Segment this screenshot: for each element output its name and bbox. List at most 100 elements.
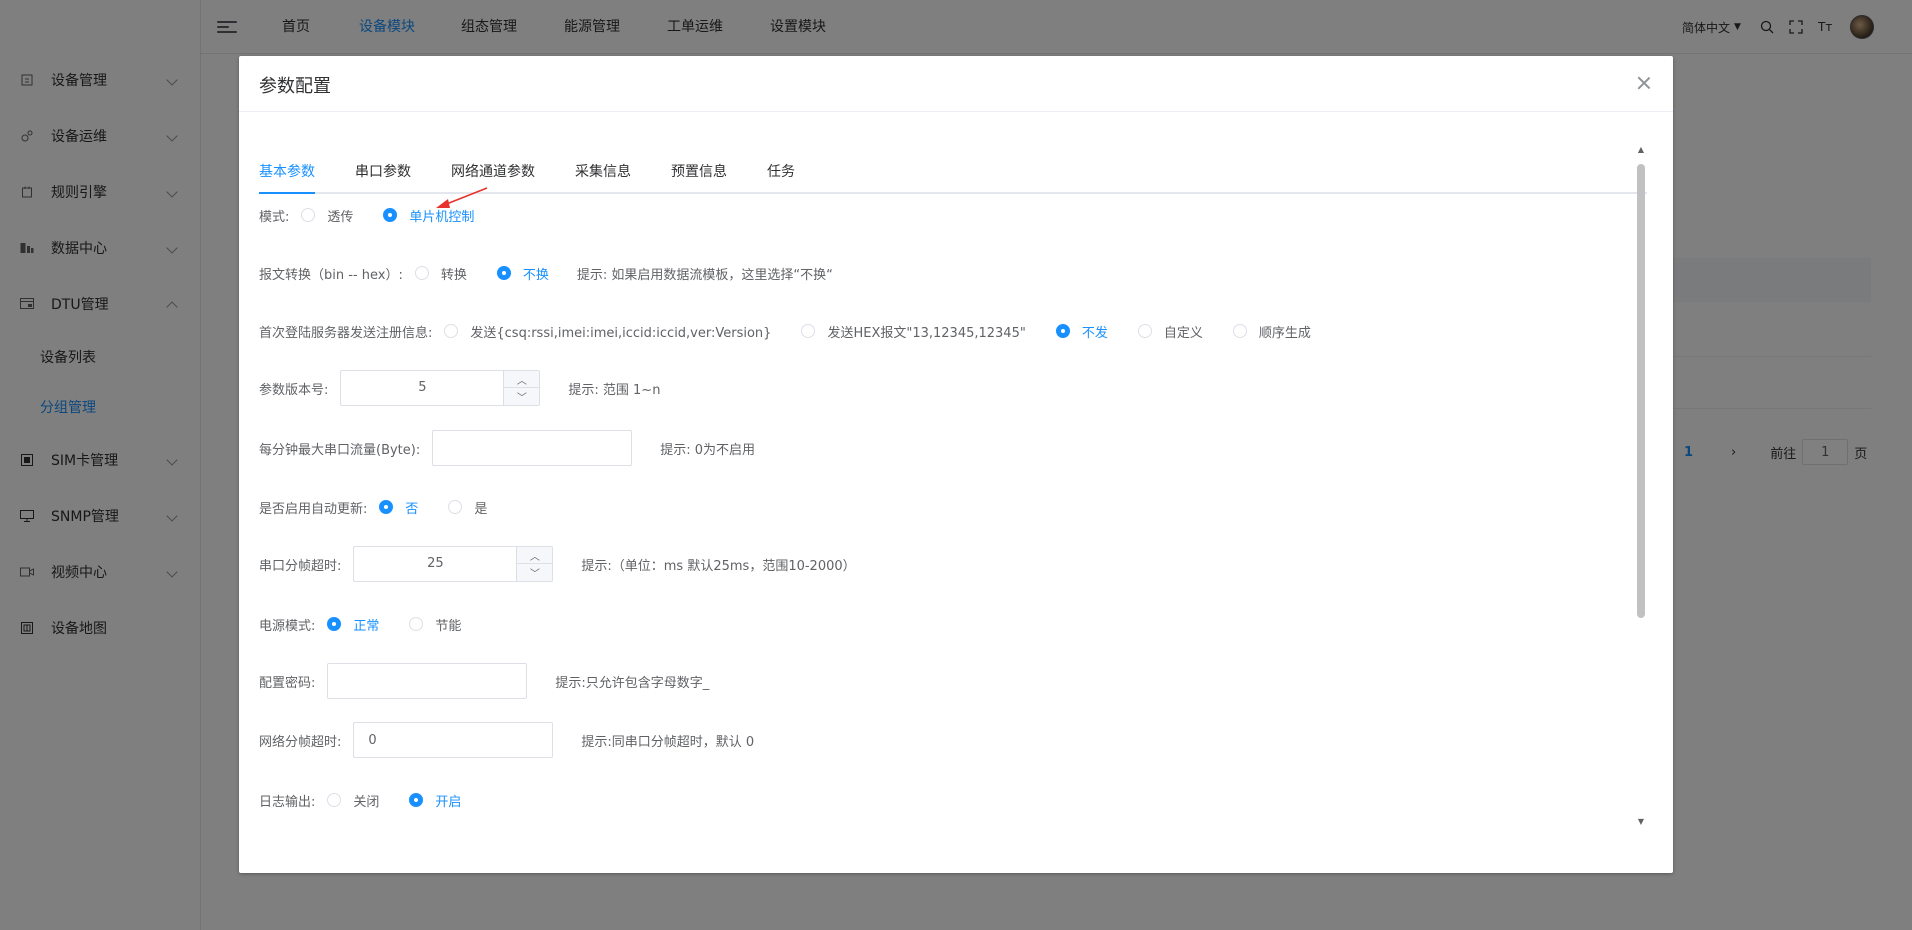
radio-label: 开启 xyxy=(435,794,462,810)
radio-circle xyxy=(1055,324,1070,338)
tab-basic-params[interactable]: 基本参数 xyxy=(259,152,315,192)
radio-not-send[interactable]: 不发 xyxy=(1055,322,1108,341)
serial-frame-timeout-label: 串口分帧超时: xyxy=(259,558,342,574)
radio-sequential[interactable]: 顺序生成 xyxy=(1232,322,1311,341)
dialog-scrollbar[interactable]: ▲ ▼ xyxy=(1637,146,1645,826)
tab-serial-params[interactable]: 串口参数 xyxy=(355,152,411,192)
radio-circle xyxy=(1137,324,1152,338)
radio-circle xyxy=(327,793,342,807)
msg-convert-row: 报文转换（bin -- hex）: 转换 不换 提示: 如果启用数据流模板，这里… xyxy=(259,255,833,291)
radio-log-off[interactable]: 关闭 xyxy=(327,791,379,810)
param-version-hint: 提示: 范围 1~n xyxy=(568,382,661,398)
scroll-down-icon[interactable]: ▼ xyxy=(1637,818,1645,826)
annotation-arrow-icon xyxy=(436,187,488,208)
pager-goto-input[interactable]: 1 xyxy=(1802,439,1849,465)
pager-suffix: 页 xyxy=(1854,446,1868,462)
radio-circle xyxy=(448,500,463,514)
power-mode-row: 电源模式: 正常 节能 xyxy=(259,606,461,642)
param-config-dialog: 参数配置 基本参数 串口参数 网络通道参数 采集信息 预置信息 任务 模式: 透… xyxy=(239,56,1673,873)
radio-label: 关闭 xyxy=(353,794,380,810)
pager-goto-label: 前往 xyxy=(1770,446,1797,462)
radio-custom[interactable]: 自定义 xyxy=(1137,322,1203,341)
param-version-stepper[interactable]: 5 ︿ ﹀ xyxy=(340,370,541,406)
radio-circle xyxy=(444,324,459,338)
tab-collection-info[interactable]: 采集信息 xyxy=(575,152,631,192)
pager-current-page[interactable]: 1 xyxy=(1684,445,1693,460)
radio-power-normal[interactable]: 正常 xyxy=(327,615,379,634)
input-value: 0 xyxy=(368,732,377,748)
serial-frame-timeout-stepper[interactable]: 25 ︿ ﹀ xyxy=(353,546,554,582)
close-icon[interactable] xyxy=(1637,76,1651,90)
radio-power-saving[interactable]: 节能 xyxy=(409,615,461,634)
dialog-title: 参数配置 xyxy=(259,76,331,97)
scroll-up-icon[interactable]: ▲ xyxy=(1637,146,1645,154)
max-serial-flow-hint: 提示: 0为不启用 xyxy=(660,442,756,458)
radio-circle xyxy=(1232,324,1247,338)
radio-label: 发送HEX报文"13,12345,12345" xyxy=(827,325,1026,341)
radio-circle xyxy=(409,793,424,807)
max-serial-flow-row: 每分钟最大串口流量(Byte): 提示: 0为不启用 xyxy=(259,430,755,466)
param-version-row: 参数版本号: 5 ︿ ﹀ 提示: 范围 1~n xyxy=(259,370,660,406)
net-frame-timeout-hint: 提示:同串口分帧超时，默认 0 xyxy=(581,734,755,750)
radio-log-on[interactable]: 开启 xyxy=(409,791,461,810)
radio-circle xyxy=(496,266,511,280)
radio-label: 是 xyxy=(474,501,488,517)
tab-tasks[interactable]: 任务 xyxy=(767,152,795,192)
radio-label: 自定义 xyxy=(1163,325,1203,341)
radio-circle xyxy=(301,208,316,222)
first-login-row: 首次登陆服务器发送注册信息: 发送{csq:rssi,imei:imei,icc… xyxy=(259,313,1311,349)
serial-frame-timeout-hint: 提示:（单位：ms 默认25ms，范围10-2000） xyxy=(581,558,856,574)
tab-active-indicator xyxy=(259,192,315,194)
radio-no-convert[interactable]: 不换 xyxy=(496,264,549,283)
scrollbar-thumb[interactable] xyxy=(1637,164,1645,618)
auto-update-row: 是否启用自动更新: 否 是 xyxy=(259,489,487,525)
stepper-value: 5 xyxy=(418,380,427,395)
radio-label: 正常 xyxy=(353,618,380,634)
param-version-label: 参数版本号: xyxy=(259,382,329,398)
dialog-header: 参数配置 xyxy=(239,56,1673,112)
chevron-up-icon[interactable]: ︿ xyxy=(503,371,540,388)
radio-convert[interactable]: 转换 xyxy=(414,264,467,283)
chevron-down-icon[interactable]: ﹀ xyxy=(503,388,540,405)
radio-label: 顺序生成 xyxy=(1258,325,1311,341)
net-frame-timeout-row: 网络分帧超时: 0 提示:同串口分帧超时，默认 0 xyxy=(259,722,754,758)
radio-send-hex[interactable]: 发送HEX报文"13,12345,12345" xyxy=(801,322,1026,341)
auto-update-label: 是否启用自动更新: xyxy=(259,501,368,517)
mode-label: 模式: xyxy=(259,209,290,225)
radio-passthrough[interactable]: 透传 xyxy=(301,206,353,225)
radio-auto-update-no[interactable]: 否 xyxy=(379,498,418,517)
chevron-down-icon[interactable]: ﹀ xyxy=(516,564,553,581)
pagination: 1 › 前往 1 页 xyxy=(1684,438,1867,466)
tab-preset-info[interactable]: 预置信息 xyxy=(671,152,727,192)
config-password-input[interactable] xyxy=(327,663,528,699)
first-login-label: 首次登陆服务器发送注册信息: xyxy=(259,325,433,341)
chevron-up-icon[interactable]: ︿ xyxy=(516,547,553,564)
radio-label: 节能 xyxy=(435,618,462,634)
net-frame-timeout-input[interactable]: 0 xyxy=(353,722,554,758)
max-serial-flow-input[interactable] xyxy=(432,430,633,466)
msg-convert-label: 报文转换（bin -- hex）: xyxy=(259,267,403,283)
radio-label: 发送{csq:rssi,imei:imei,iccid:iccid,ver:Ve… xyxy=(470,325,772,341)
radio-auto-update-yes[interactable]: 是 xyxy=(448,498,487,517)
max-serial-flow-label: 每分钟最大串口流量(Byte): xyxy=(259,442,421,458)
msg-convert-hint: 提示: 如果启用数据流模板，这里选择“不换“ xyxy=(576,267,833,283)
power-mode-label: 电源模式: xyxy=(259,618,316,634)
net-frame-timeout-label: 网络分帧超时: xyxy=(259,734,342,750)
radio-circle xyxy=(414,266,429,280)
config-password-label: 配置密码: xyxy=(259,675,316,691)
radio-label: 透传 xyxy=(327,209,354,225)
radio-circle xyxy=(801,324,816,338)
radio-circle xyxy=(327,617,342,631)
radio-circle xyxy=(409,617,424,631)
radio-label: 否 xyxy=(405,501,419,517)
log-output-label: 日志输出: xyxy=(259,794,316,810)
radio-send-json[interactable]: 发送{csq:rssi,imei:imei,iccid:iccid,ver:Ve… xyxy=(444,322,771,341)
radio-label: 不发 xyxy=(1081,325,1108,341)
config-password-hint: 提示:只允许包含字母数字_ xyxy=(555,675,710,691)
chevron-right-icon[interactable]: › xyxy=(1731,445,1736,460)
radio-circle xyxy=(379,500,394,514)
pager-goto-value: 1 xyxy=(1821,444,1830,460)
radio-label: 转换 xyxy=(440,267,467,283)
radio-label: 不换 xyxy=(522,267,549,283)
serial-frame-timeout-row: 串口分帧超时: 25 ︿ ﹀ 提示:（单位：ms 默认25ms，范围10-200… xyxy=(259,546,856,582)
